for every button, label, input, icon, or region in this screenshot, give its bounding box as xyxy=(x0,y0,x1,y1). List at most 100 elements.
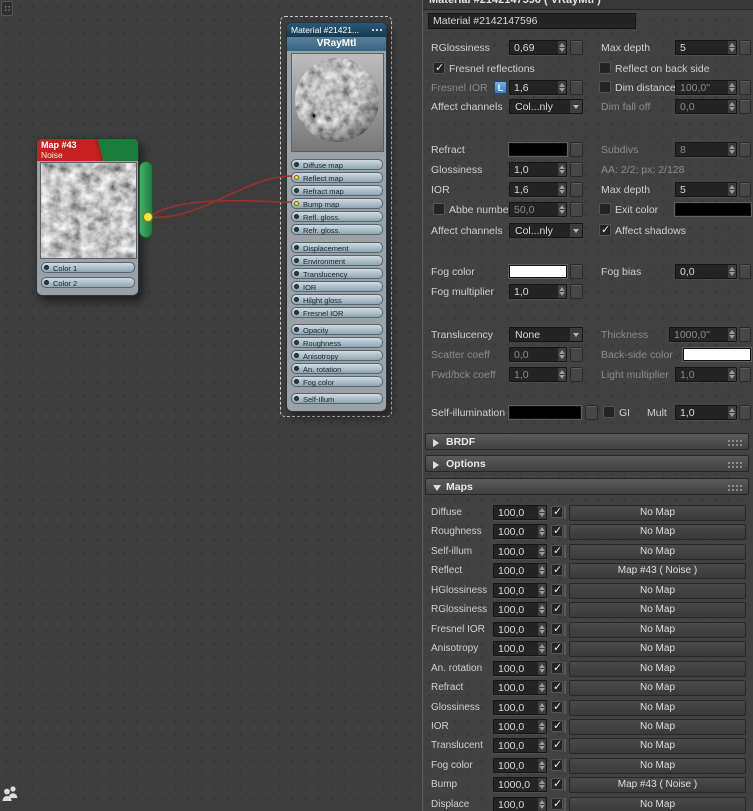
map-enable-checkbox[interactable] xyxy=(551,545,563,557)
slot-socket-icon[interactable] xyxy=(294,353,299,358)
fwdbck-map-shortcut[interactable] xyxy=(570,367,583,382)
map-amount-spinner[interactable]: 100,0 xyxy=(493,797,547,811)
map-amount-spinner[interactable]: 100,0 xyxy=(493,680,547,695)
chevron-down-icon[interactable] xyxy=(569,328,582,341)
map-amount-spinner[interactable]: 100,0 xyxy=(493,738,547,753)
slot-socket-icon[interactable] xyxy=(294,310,299,315)
spinner-arrows-icon[interactable] xyxy=(537,584,546,597)
slot-socket-icon[interactable] xyxy=(294,297,299,302)
map-amount-spinner[interactable]: 100,0 xyxy=(493,583,547,598)
abbe-number-spinner[interactable]: 50,0 xyxy=(509,202,567,217)
thickness-map-shortcut[interactable] xyxy=(739,327,751,342)
refract-maxdepth-map-shortcut[interactable] xyxy=(739,182,751,197)
spinner-arrows-icon[interactable] xyxy=(537,623,546,636)
material-name-field[interactable]: Material #2142147596 xyxy=(428,13,636,29)
spinner-arrows-icon[interactable] xyxy=(537,545,546,558)
spinner-arrows-icon[interactable] xyxy=(727,100,736,113)
spinner-arrows-icon[interactable] xyxy=(727,143,736,156)
node-window-buttons-icon[interactable] xyxy=(371,28,383,32)
spinner-arrows-icon[interactable] xyxy=(557,203,566,216)
refract-affect-channels-dropdown[interactable]: Col...nly xyxy=(509,223,583,238)
noise-output-bar[interactable] xyxy=(139,161,153,238)
map-enable-checkbox[interactable] xyxy=(551,564,563,576)
rollout-maps[interactable]: Maps xyxy=(425,478,749,495)
translucency-dropdown[interactable]: None xyxy=(509,327,583,342)
noise-slot-color-2[interactable]: Color 2 xyxy=(41,277,135,288)
noise-map-node[interactable]: Map #43 Noise xyxy=(36,138,139,296)
vraymtl-preview[interactable] xyxy=(291,53,384,152)
spinner-arrows-icon[interactable] xyxy=(727,406,736,419)
map-slot-button[interactable]: No Map xyxy=(569,719,746,735)
reflect-affect-channels-dropdown[interactable]: Col...nly xyxy=(509,99,583,114)
abbe-map-shortcut[interactable] xyxy=(570,202,583,217)
map-slot-button[interactable]: No Map xyxy=(569,661,746,677)
self-illumination-swatch[interactable] xyxy=(509,406,581,419)
noise-node-header[interactable]: Map #43 Noise xyxy=(37,139,138,161)
scatter-map-shortcut[interactable] xyxy=(570,347,583,362)
spinner-arrows-icon[interactable] xyxy=(727,265,736,278)
map-enable-checkbox[interactable] xyxy=(551,603,563,615)
map-amount-spinner[interactable]: 100,0 xyxy=(493,758,547,773)
vray-slot-fresnel-ior[interactable]: Fresnel IOR xyxy=(291,307,383,318)
slot-socket-icon[interactable] xyxy=(294,175,299,180)
spinner-arrows-icon[interactable] xyxy=(537,701,546,714)
spinner-arrows-icon[interactable] xyxy=(537,681,546,694)
map-enable-checkbox[interactable] xyxy=(551,701,563,713)
rglossiness-map-shortcut[interactable] xyxy=(570,40,583,55)
slot-socket-icon[interactable] xyxy=(294,258,299,263)
slot-socket-icon[interactable] xyxy=(294,227,299,232)
vray-slot-translucency[interactable]: Translucency xyxy=(291,268,383,279)
map-slot-button[interactable]: No Map xyxy=(569,602,746,618)
refract-maxdepth-spinner[interactable]: 5 xyxy=(675,182,737,197)
map-enable-checkbox[interactable] xyxy=(551,584,563,596)
light-multiplier-spinner[interactable]: 1,0 xyxy=(675,367,737,382)
ior-map-shortcut[interactable] xyxy=(570,182,583,197)
subdivs-spinner[interactable]: 8 xyxy=(675,142,737,157)
dim-falloff-spinner[interactable]: 0,0 xyxy=(675,99,737,114)
vray-slot-diffuse-map[interactable]: Diffuse map xyxy=(291,159,383,170)
fog-bias-spinner[interactable]: 0,0 xyxy=(675,264,737,279)
vray-slot-displacement[interactable]: Displacement xyxy=(291,242,383,253)
light-multiplier-map-shortcut[interactable] xyxy=(739,367,751,382)
slot-socket-icon[interactable] xyxy=(294,201,299,206)
refract-color-swatch[interactable] xyxy=(509,143,567,156)
vray-slot-roughness[interactable]: Roughness xyxy=(291,337,383,348)
fog-multiplier-map-shortcut[interactable] xyxy=(570,284,583,299)
slot-socket-icon[interactable] xyxy=(294,214,299,219)
spinner-arrows-icon[interactable] xyxy=(557,163,566,176)
fresnel-reflections-checkbox[interactable] xyxy=(433,62,445,74)
ior-spinner[interactable]: 1,6 xyxy=(509,182,567,197)
chevron-down-icon[interactable] xyxy=(569,100,582,113)
spinner-arrows-icon[interactable] xyxy=(727,183,736,196)
map-amount-spinner[interactable]: 100,0 xyxy=(493,563,547,578)
scatter-coeff-spinner[interactable]: 0,0 xyxy=(509,347,567,362)
backside-color-swatch[interactable] xyxy=(683,348,751,361)
map-enable-checkbox[interactable] xyxy=(551,662,563,674)
spinner-arrows-icon[interactable] xyxy=(557,368,566,381)
spinner-arrows-icon[interactable] xyxy=(727,81,736,94)
dim-falloff-map-shortcut[interactable] xyxy=(739,99,751,114)
map-enable-checkbox[interactable] xyxy=(551,739,563,751)
slot-socket-icon[interactable] xyxy=(294,366,299,371)
spinner-arrows-icon[interactable] xyxy=(537,798,546,811)
vray-slot-refl-gloss-[interactable]: Refl. gloss. xyxy=(291,211,383,222)
self-illumination-map-shortcut[interactable] xyxy=(585,405,598,420)
spinner-arrows-icon[interactable] xyxy=(537,506,546,519)
reflect-maxdepth-spinner[interactable]: 5 xyxy=(675,40,737,55)
vray-slot-refract-map[interactable]: Refract map xyxy=(291,185,383,196)
spinner-arrows-icon[interactable] xyxy=(557,285,566,298)
mult-spinner[interactable]: 1,0 xyxy=(675,405,737,420)
output-socket-icon[interactable] xyxy=(143,212,153,222)
affect-shadows-checkbox[interactable] xyxy=(599,224,611,236)
map-amount-spinner[interactable]: 100,0 xyxy=(493,524,547,539)
slot-socket-icon[interactable] xyxy=(294,396,299,401)
slot-socket-icon[interactable] xyxy=(44,280,49,285)
map-amount-spinner[interactable]: 1000,0 xyxy=(493,777,547,792)
fog-color-swatch[interactable] xyxy=(509,265,567,278)
map-slot-button[interactable]: No Map xyxy=(569,758,746,774)
spinner-arrows-icon[interactable] xyxy=(727,368,736,381)
spinner-arrows-icon[interactable] xyxy=(557,81,566,94)
map-enable-checkbox[interactable] xyxy=(551,681,563,693)
slot-socket-icon[interactable] xyxy=(294,379,299,384)
people-icon[interactable] xyxy=(2,784,20,804)
